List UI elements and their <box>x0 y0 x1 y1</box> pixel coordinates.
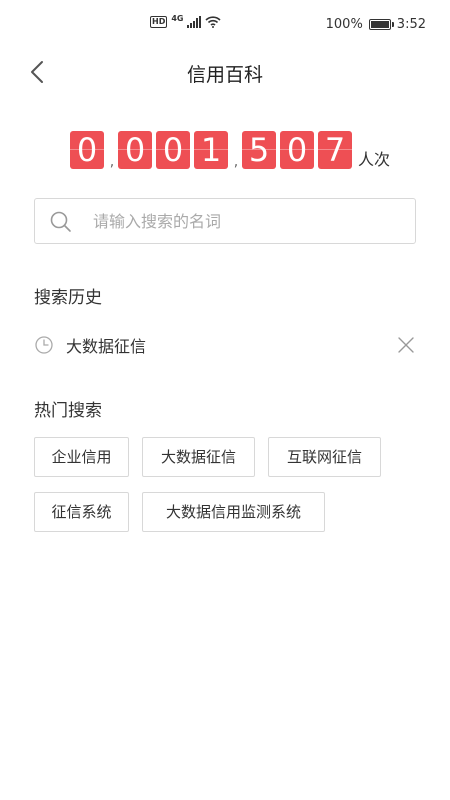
network-type: 4G <box>171 13 184 23</box>
counter-separator: , <box>233 154 239 170</box>
clock-time: 3:52 <box>396 17 426 32</box>
hot-tag[interactable]: 征信系统 <box>34 492 129 532</box>
page-title: 信用百科 <box>186 64 263 86</box>
hot-tag[interactable]: 互联网征信 <box>268 437 381 477</box>
status-right: 100% 3:52 <box>326 17 426 32</box>
hd-badge: HD <box>150 16 168 28</box>
history-item[interactable]: 大数据征信 <box>34 330 416 360</box>
history-title: 搜索历史 <box>34 288 102 308</box>
counter-digit: 0 <box>70 131 104 169</box>
search-box[interactable] <box>34 198 416 244</box>
hot-tag[interactable]: 大数据信用监测系统 <box>142 492 325 532</box>
signal-icon <box>187 16 202 28</box>
counter-digit: 0 <box>280 131 314 169</box>
search-icon <box>50 211 71 232</box>
hot-tag[interactable]: 大数据征信 <box>142 437 255 477</box>
visit-counter: 0 , 0 0 1 , 5 0 7 人次 <box>70 131 390 169</box>
clear-history-button[interactable] <box>396 335 416 355</box>
counter-digit: 0 <box>156 131 190 169</box>
status-bar: HD 4G 100% 3:52 <box>0 0 450 52</box>
hot-search-title: 热门搜索 <box>34 401 102 421</box>
counter-digit: 1 <box>194 131 228 169</box>
clock-icon <box>35 336 53 354</box>
hot-tag[interactable]: 企业信用 <box>34 437 129 477</box>
counter-digit: 7 <box>318 131 352 169</box>
battery-icon <box>368 19 394 30</box>
wifi-icon <box>205 16 222 28</box>
counter-digit: 0 <box>118 131 152 169</box>
status-indicators: HD 4G <box>150 13 222 28</box>
counter-unit: 人次 <box>358 150 391 169</box>
battery-percent: 100% <box>325 17 363 32</box>
counter-separator: , <box>109 154 115 170</box>
close-icon <box>398 337 414 353</box>
header: 信用百科 <box>0 52 450 92</box>
history-item-label: 大数据征信 <box>66 337 147 356</box>
counter-digit: 5 <box>242 131 276 169</box>
search-input[interactable] <box>93 199 403 243</box>
